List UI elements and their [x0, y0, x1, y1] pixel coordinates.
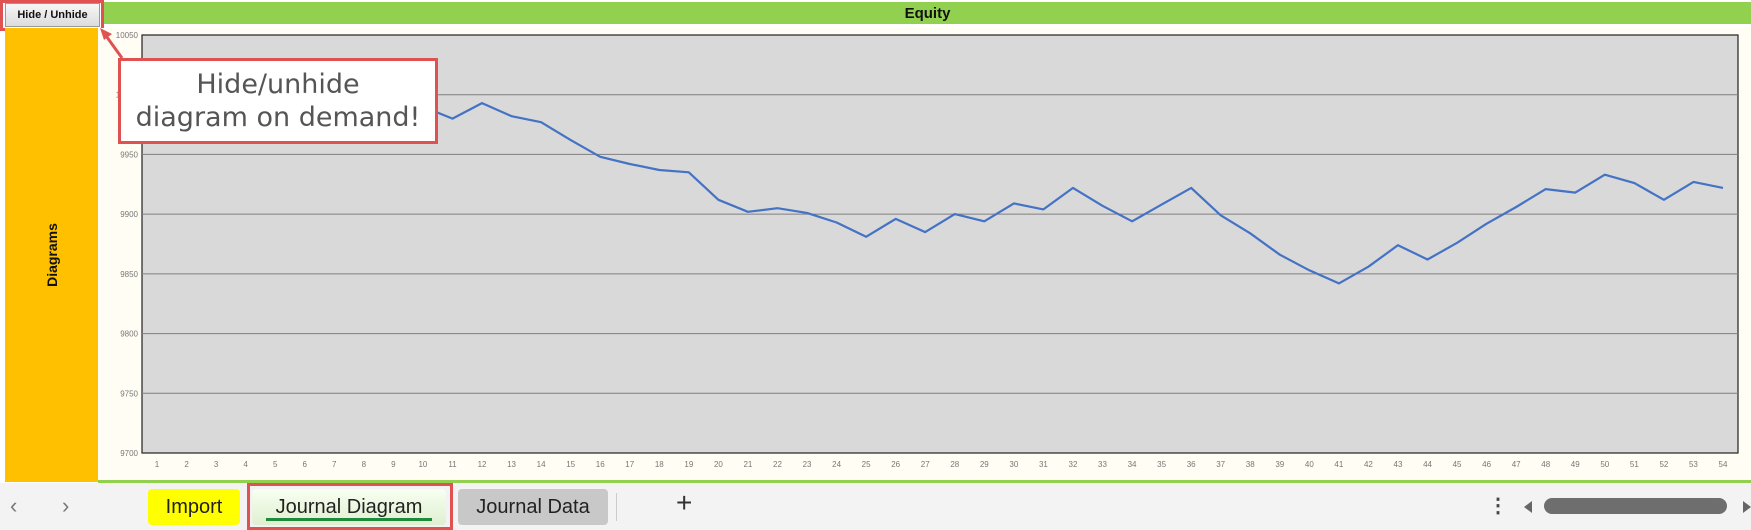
x-tick-label: 3 [214, 460, 219, 469]
x-tick-label: 29 [980, 460, 989, 469]
x-tick-label: 38 [1246, 460, 1255, 469]
tab-journal-diagram-label: Journal Diagram [275, 495, 423, 518]
x-tick-label: 30 [1009, 460, 1018, 469]
x-tick-label: 25 [862, 460, 871, 469]
tab-journal-diagram[interactable]: Journal Diagram [252, 489, 446, 525]
x-tick-label: 50 [1600, 460, 1609, 469]
chevron-left-icon[interactable]: ‹ [10, 493, 17, 519]
tab-journal-data-label: Journal Data [476, 495, 590, 518]
x-tick-label: 11 [448, 460, 457, 469]
x-tick-label: 45 [1453, 460, 1462, 469]
x-tick-label: 1 [155, 460, 160, 469]
horizontal-scrollbar[interactable] [1520, 495, 1751, 519]
x-tick-label: 5 [273, 460, 278, 469]
x-tick-label: 37 [1216, 460, 1225, 469]
chart-header-bar: Equity [104, 2, 1751, 24]
x-tick-label: 48 [1541, 460, 1550, 469]
y-tick-label: 9900 [120, 210, 138, 219]
x-tick-label: 27 [921, 460, 930, 469]
y-tick-label: 9800 [120, 330, 138, 339]
tab-import-label: Import [165, 495, 223, 518]
chevron-right-icon[interactable]: › [62, 493, 69, 519]
x-tick-label: 46 [1482, 460, 1491, 469]
x-tick-label: 7 [332, 460, 337, 469]
x-tick-label: 51 [1630, 460, 1639, 469]
x-tick-label: 53 [1689, 460, 1698, 469]
x-tick-label: 49 [1571, 460, 1580, 469]
y-tick-label: 9750 [120, 389, 138, 398]
x-tick-label: 52 [1659, 460, 1668, 469]
y-tick-label: 9700 [120, 449, 138, 458]
more-options-icon[interactable]: ⋮ [1488, 493, 1508, 518]
add-sheet-button[interactable]: + [676, 487, 692, 519]
tab-import[interactable]: Import [148, 489, 240, 525]
chart-title: Equity [904, 4, 951, 22]
x-tick-label: 36 [1187, 460, 1196, 469]
x-tick-label: 20 [714, 460, 723, 469]
x-tick-label: 31 [1039, 460, 1048, 469]
callout-line-2: diagram on demand! [135, 102, 421, 133]
x-tick-label: 17 [625, 460, 634, 469]
x-tick-label: 35 [1157, 460, 1166, 469]
x-tick-label: 9 [391, 460, 396, 469]
x-tick-label: 14 [537, 460, 546, 469]
active-tab-indicator [266, 518, 432, 521]
x-tick-label: 4 [243, 460, 248, 469]
y-tick-label: 10050 [116, 31, 139, 40]
sheet-tab-bar: ‹ › Import Journal Diagram Journal Data … [0, 483, 1751, 530]
x-tick-label: 21 [743, 460, 752, 469]
x-tick-label: 41 [1334, 460, 1343, 469]
x-tick-label: 16 [596, 460, 605, 469]
y-tick-label: 9850 [120, 270, 138, 279]
x-tick-label: 8 [362, 460, 367, 469]
x-tick-label: 18 [655, 460, 664, 469]
x-tick-label: 44 [1423, 460, 1432, 469]
diagrams-label: Diagrams [43, 223, 60, 287]
x-tick-label: 15 [566, 460, 575, 469]
x-tick-label: 43 [1394, 460, 1403, 469]
x-tick-label: 24 [832, 460, 841, 469]
y-tick-label: 9950 [120, 150, 138, 159]
diagrams-side-panel: Diagrams [5, 28, 98, 482]
x-tick-label: 22 [773, 460, 782, 469]
hide-unhide-button[interactable]: Hide / Unhide [5, 3, 100, 27]
tab-separator [616, 493, 617, 521]
x-tick-label: 28 [950, 460, 959, 469]
x-tick-label: 40 [1305, 460, 1314, 469]
x-tick-label: 6 [303, 460, 308, 469]
scroll-left-icon[interactable] [1524, 501, 1532, 513]
callout-note: Hide/unhide diagram on demand! [118, 58, 438, 144]
callout-line-1: Hide/unhide [196, 69, 360, 100]
x-tick-label: 13 [507, 460, 516, 469]
x-tick-label: 32 [1069, 460, 1078, 469]
x-tick-label: 47 [1512, 460, 1521, 469]
x-tick-label: 2 [184, 460, 189, 469]
tab-journal-data[interactable]: Journal Data [458, 489, 608, 525]
x-tick-label: 42 [1364, 460, 1373, 469]
scroll-right-icon[interactable] [1743, 501, 1751, 513]
x-tick-label: 39 [1275, 460, 1284, 469]
x-tick-label: 54 [1719, 460, 1728, 469]
x-tick-label: 34 [1128, 460, 1137, 469]
scrollbar-thumb[interactable] [1544, 498, 1727, 514]
x-tick-label: 26 [891, 460, 900, 469]
x-tick-label: 19 [684, 460, 693, 469]
x-tick-label: 33 [1098, 460, 1107, 469]
x-tick-label: 12 [478, 460, 487, 469]
x-tick-label: 23 [803, 460, 812, 469]
x-tick-label: 10 [418, 460, 427, 469]
